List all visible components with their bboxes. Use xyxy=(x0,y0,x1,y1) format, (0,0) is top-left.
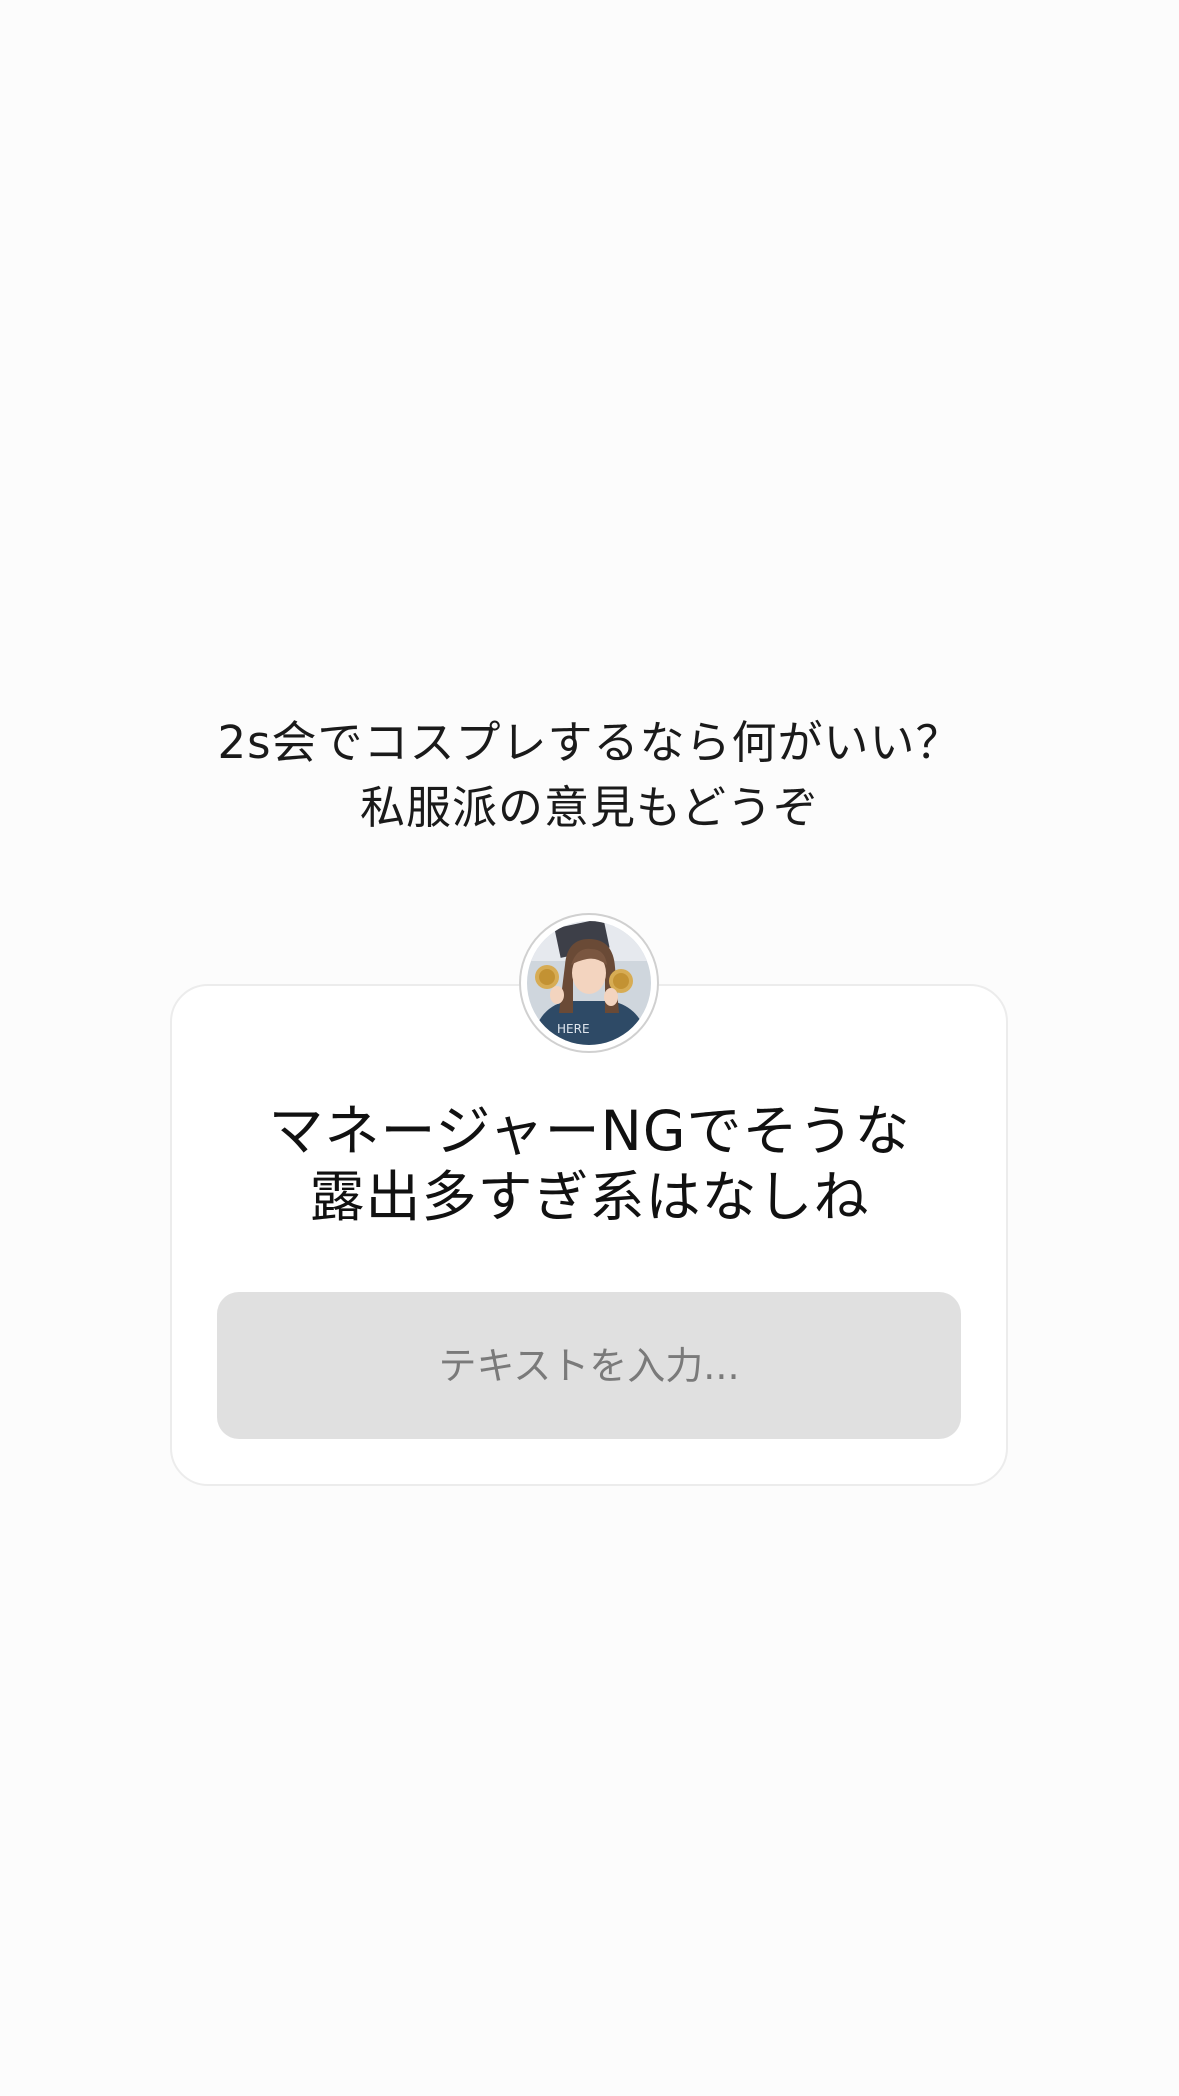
svg-text:HERE: HERE xyxy=(557,1022,590,1036)
caption-line-2: 私服派の意見もどうぞ xyxy=(359,781,820,834)
question-line-2: 露出多すぎ系はなしね xyxy=(309,1165,870,1229)
caption-line-1: 2s会でコスプレするなら何がいい？ xyxy=(217,716,962,769)
question-text: マネージャーNGでそうな 露出多すぎ系はなしね xyxy=(0,1098,1179,1230)
profile-photo-icon: HERE xyxy=(527,921,651,1045)
question-line-1: マネージャーNGでそうな xyxy=(268,1099,911,1163)
avatar[interactable]: HERE xyxy=(519,913,659,1053)
reply-text-input[interactable] xyxy=(217,1292,961,1439)
story-caption: 2s会でコスプレするなら何がいい？ 私服派の意見もどうぞ xyxy=(0,710,1179,840)
